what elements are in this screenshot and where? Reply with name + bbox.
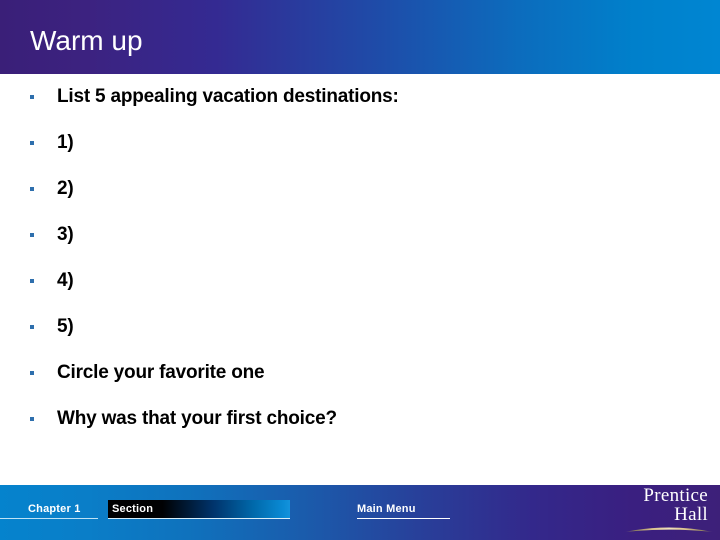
bullet-dot-icon [30,279,34,283]
prentice-hall-logo: Prentice Hall [622,484,716,536]
section-nav-label[interactable]: Section [112,503,153,515]
list-item-label: 3) [57,224,74,245]
logo-arc-icon [625,527,713,532]
list-item: Circle your favorite one [30,359,265,387]
bullet-dot-icon [30,233,34,237]
section-underline [108,518,290,519]
chapter-nav-link[interactable]: Chapter 1 [28,503,81,515]
list-item: 4) [30,267,74,295]
bullet-dot-icon [30,417,34,421]
list-item-label: 1) [57,132,74,153]
list-item-label: 2) [57,178,74,199]
page-title: Warm up [30,25,143,56]
chapter-underline [0,518,98,519]
list-item-label: Circle your favorite one [57,362,265,383]
list-item-label: 5) [57,316,74,337]
list-item: Why was that your first choice? [30,405,337,433]
main-menu-underline [357,518,450,519]
list-item-label: 4) [57,270,74,291]
main-menu-link[interactable]: Main Menu [357,503,416,515]
list-item: List 5 appealing vacation destinations: [30,83,399,111]
list-item-label: List 5 appealing vacation destinations: [57,86,399,107]
slide: Warm up List 5 appealing vacation destin… [0,0,720,540]
bullet-dot-icon [30,325,34,329]
bullet-dot-icon [30,95,34,99]
list-item: 5) [30,313,74,341]
bullet-dot-icon [30,371,34,375]
logo-text-hall: Hall [674,504,708,525]
bullet-dot-icon [30,187,34,191]
slide-body: List 5 appealing vacation destinations: … [0,74,720,485]
list-item-label: Why was that your first choice? [57,408,337,429]
list-item: 2) [30,175,74,203]
list-item: 1) [30,129,74,157]
list-item: 3) [30,221,74,249]
bullet-dot-icon [30,141,34,145]
slide-header-band: Warm up [0,0,720,74]
